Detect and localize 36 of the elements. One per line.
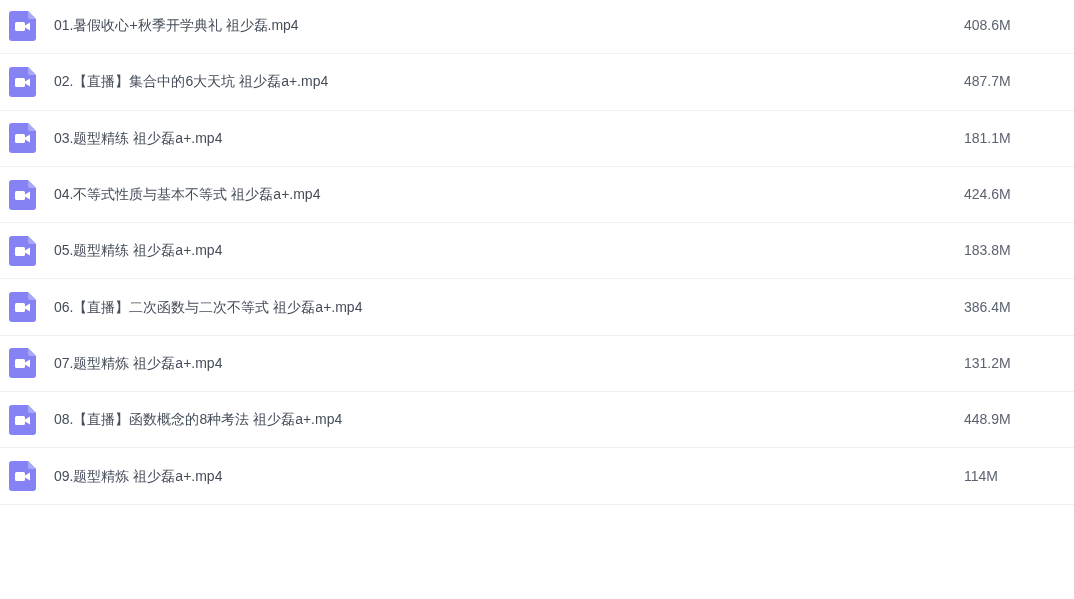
file-size: 183.8M — [964, 241, 1012, 261]
video-file-icon — [9, 123, 36, 154]
video-file-icon — [9, 348, 36, 379]
file-row[interactable]: 02.【直播】集合中的6大天坑 祖少磊a+.mp4 487.7M — [0, 54, 1074, 111]
video-file-icon — [9, 179, 36, 210]
file-name: 01.暑假收心+秋季开学典礼 祖少磊.mp4 — [54, 16, 299, 36]
file-name: 09.题型精炼 祖少磊a+.mp4 — [54, 466, 223, 486]
file-row[interactable]: 06.【直播】二次函数与二次不等式 祖少磊a+.mp4 386.4M — [0, 279, 1074, 336]
video-file-icon — [9, 235, 36, 266]
video-file-icon — [9, 461, 36, 491]
file-row[interactable]: 09.题型精炼 祖少磊a+.mp4 114M — [0, 448, 1074, 505]
file-size: 181.1M — [964, 128, 1012, 148]
file-size: 114M — [964, 466, 999, 486]
file-name: 05.题型精练 祖少磊a+.mp4 — [54, 241, 223, 261]
video-file-icon — [9, 404, 36, 435]
file-row[interactable]: 05.题型精练 祖少磊a+.mp4 183.8M — [0, 223, 1074, 280]
file-name: 02.【直播】集合中的6大天坑 祖少磊a+.mp4 — [54, 72, 329, 92]
file-size: 386.4M — [964, 297, 1012, 317]
file-size: 448.9M — [964, 410, 1012, 430]
file-name: 03.题型精练 祖少磊a+.mp4 — [54, 128, 223, 148]
file-size: 487.7M — [964, 72, 1012, 92]
file-name: 08.【直播】函数概念的8种考法 祖少磊a+.mp4 — [54, 410, 343, 430]
file-size: 131.2M — [964, 353, 1012, 373]
file-name: 06.【直播】二次函数与二次不等式 祖少磊a+.mp4 — [54, 297, 363, 317]
video-file-icon — [9, 10, 36, 41]
file-row[interactable]: 01.暑假收心+秋季开学典礼 祖少磊.mp4 408.6M — [0, 0, 1074, 55]
video-file-icon — [9, 66, 36, 97]
file-row[interactable]: 08.【直播】函数概念的8种考法 祖少磊a+.mp4 448.9M — [0, 392, 1074, 449]
file-row[interactable]: 03.题型精练 祖少磊a+.mp4 181.1M — [0, 110, 1074, 167]
file-row[interactable]: 04.不等式性质与基本不等式 祖少磊a+.mp4 424.6M — [0, 166, 1074, 224]
file-size: 424.6M — [964, 185, 1012, 205]
video-file-icon — [9, 292, 36, 323]
file-name: 07.题型精炼 祖少磊a+.mp4 — [54, 353, 223, 373]
file-name: 04.不等式性质与基本不等式 祖少磊a+.mp4 — [54, 185, 321, 205]
file-row[interactable]: 07.题型精炼 祖少磊a+.mp4 131.2M — [0, 335, 1074, 393]
file-size: 408.6M — [964, 16, 1012, 36]
